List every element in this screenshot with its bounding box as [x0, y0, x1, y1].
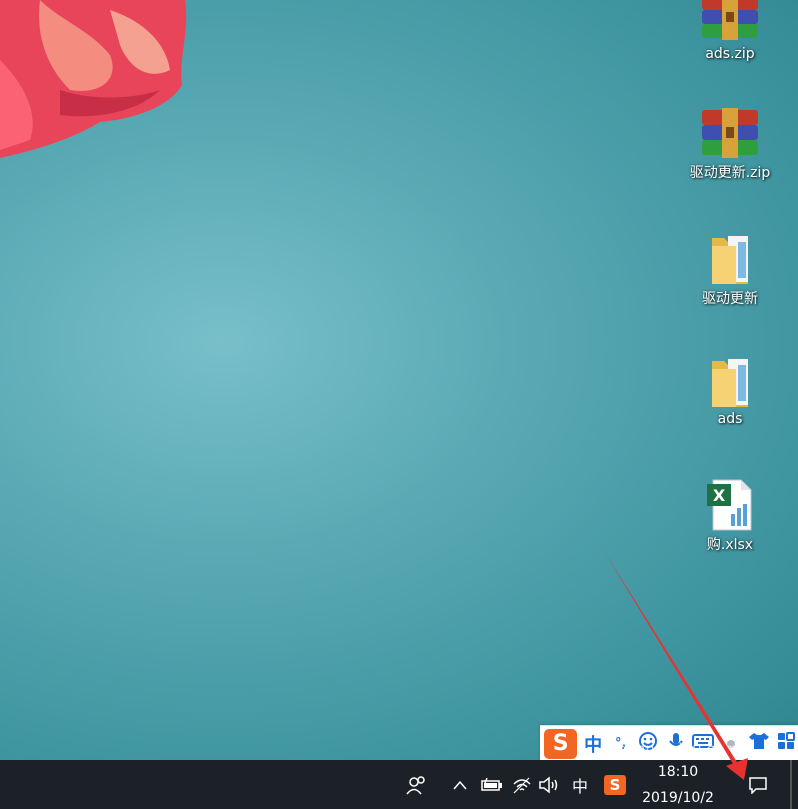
show-hidden-icons-chevron[interactable] — [448, 760, 472, 809]
desktop-icon-xlsx[interactable]: X 购.xlsx — [682, 478, 778, 554]
desktop-icon-driver-update-zip[interactable]: 驱动更新.zip — [682, 106, 778, 182]
wifi-icon[interactable] — [509, 760, 535, 809]
folder-icon — [712, 236, 748, 284]
ime-mode-indicator[interactable]: 中 — [566, 760, 594, 809]
emoji-icon[interactable] — [637, 731, 661, 756]
icon-label: ads.zip — [705, 46, 755, 62]
icon-label: 驱动更新.zip — [689, 165, 771, 181]
icon-label: 驱动更新 — [702, 291, 758, 307]
taskbar[interactable]: 中 S 18:10 2019/10/2 — [0, 760, 798, 809]
icon-label: ads — [717, 411, 743, 427]
action-center-icon[interactable] — [740, 760, 776, 809]
battery-icon[interactable] — [478, 760, 506, 809]
winrar-archive-icon — [702, 0, 758, 40]
keyboard-icon[interactable] — [692, 733, 716, 754]
ime-mode-toggle[interactable]: 中 — [581, 731, 605, 757]
folder-icon — [712, 359, 748, 407]
wallpaper-flower — [0, 0, 187, 158]
desktop-icon-driver-update-folder[interactable]: 驱动更新 — [682, 232, 778, 308]
volume-icon[interactable] — [536, 760, 562, 809]
desktop-icon-ads-folder[interactable]: ads — [682, 355, 778, 427]
punctuation-toggle[interactable]: °, — [609, 736, 633, 751]
desktop[interactable]: ads.zip 驱动更新.zip 驱动更新 ads X 购.xlsx S 中 °… — [0, 0, 798, 760]
clock-time: 18:10 — [657, 764, 699, 780]
system-clock[interactable]: 18:10 2019/10/2 — [628, 762, 728, 808]
skin-shirt-icon[interactable] — [747, 731, 771, 756]
show-desktop-strip[interactable] — [790, 760, 792, 809]
excel-file-icon: X — [707, 479, 752, 531]
people-icon[interactable] — [402, 760, 432, 809]
dot-icon — [719, 733, 743, 754]
sogou-ime-icon[interactable]: S — [600, 760, 630, 809]
clock-date: 2019/10/2 — [642, 790, 714, 806]
svg-text:X: X — [713, 486, 726, 505]
icon-label: 购.xlsx — [706, 537, 754, 553]
desktop-icon-ads-zip[interactable]: ads.zip — [682, 0, 778, 62]
mic-icon[interactable] — [664, 731, 688, 756]
sogou-logo-button[interactable]: S — [544, 728, 578, 759]
toolbox-grid-icon[interactable] — [774, 731, 798, 756]
ime-toolbar[interactable]: S 中 °, — [540, 725, 798, 760]
winrar-archive-icon — [702, 108, 758, 158]
